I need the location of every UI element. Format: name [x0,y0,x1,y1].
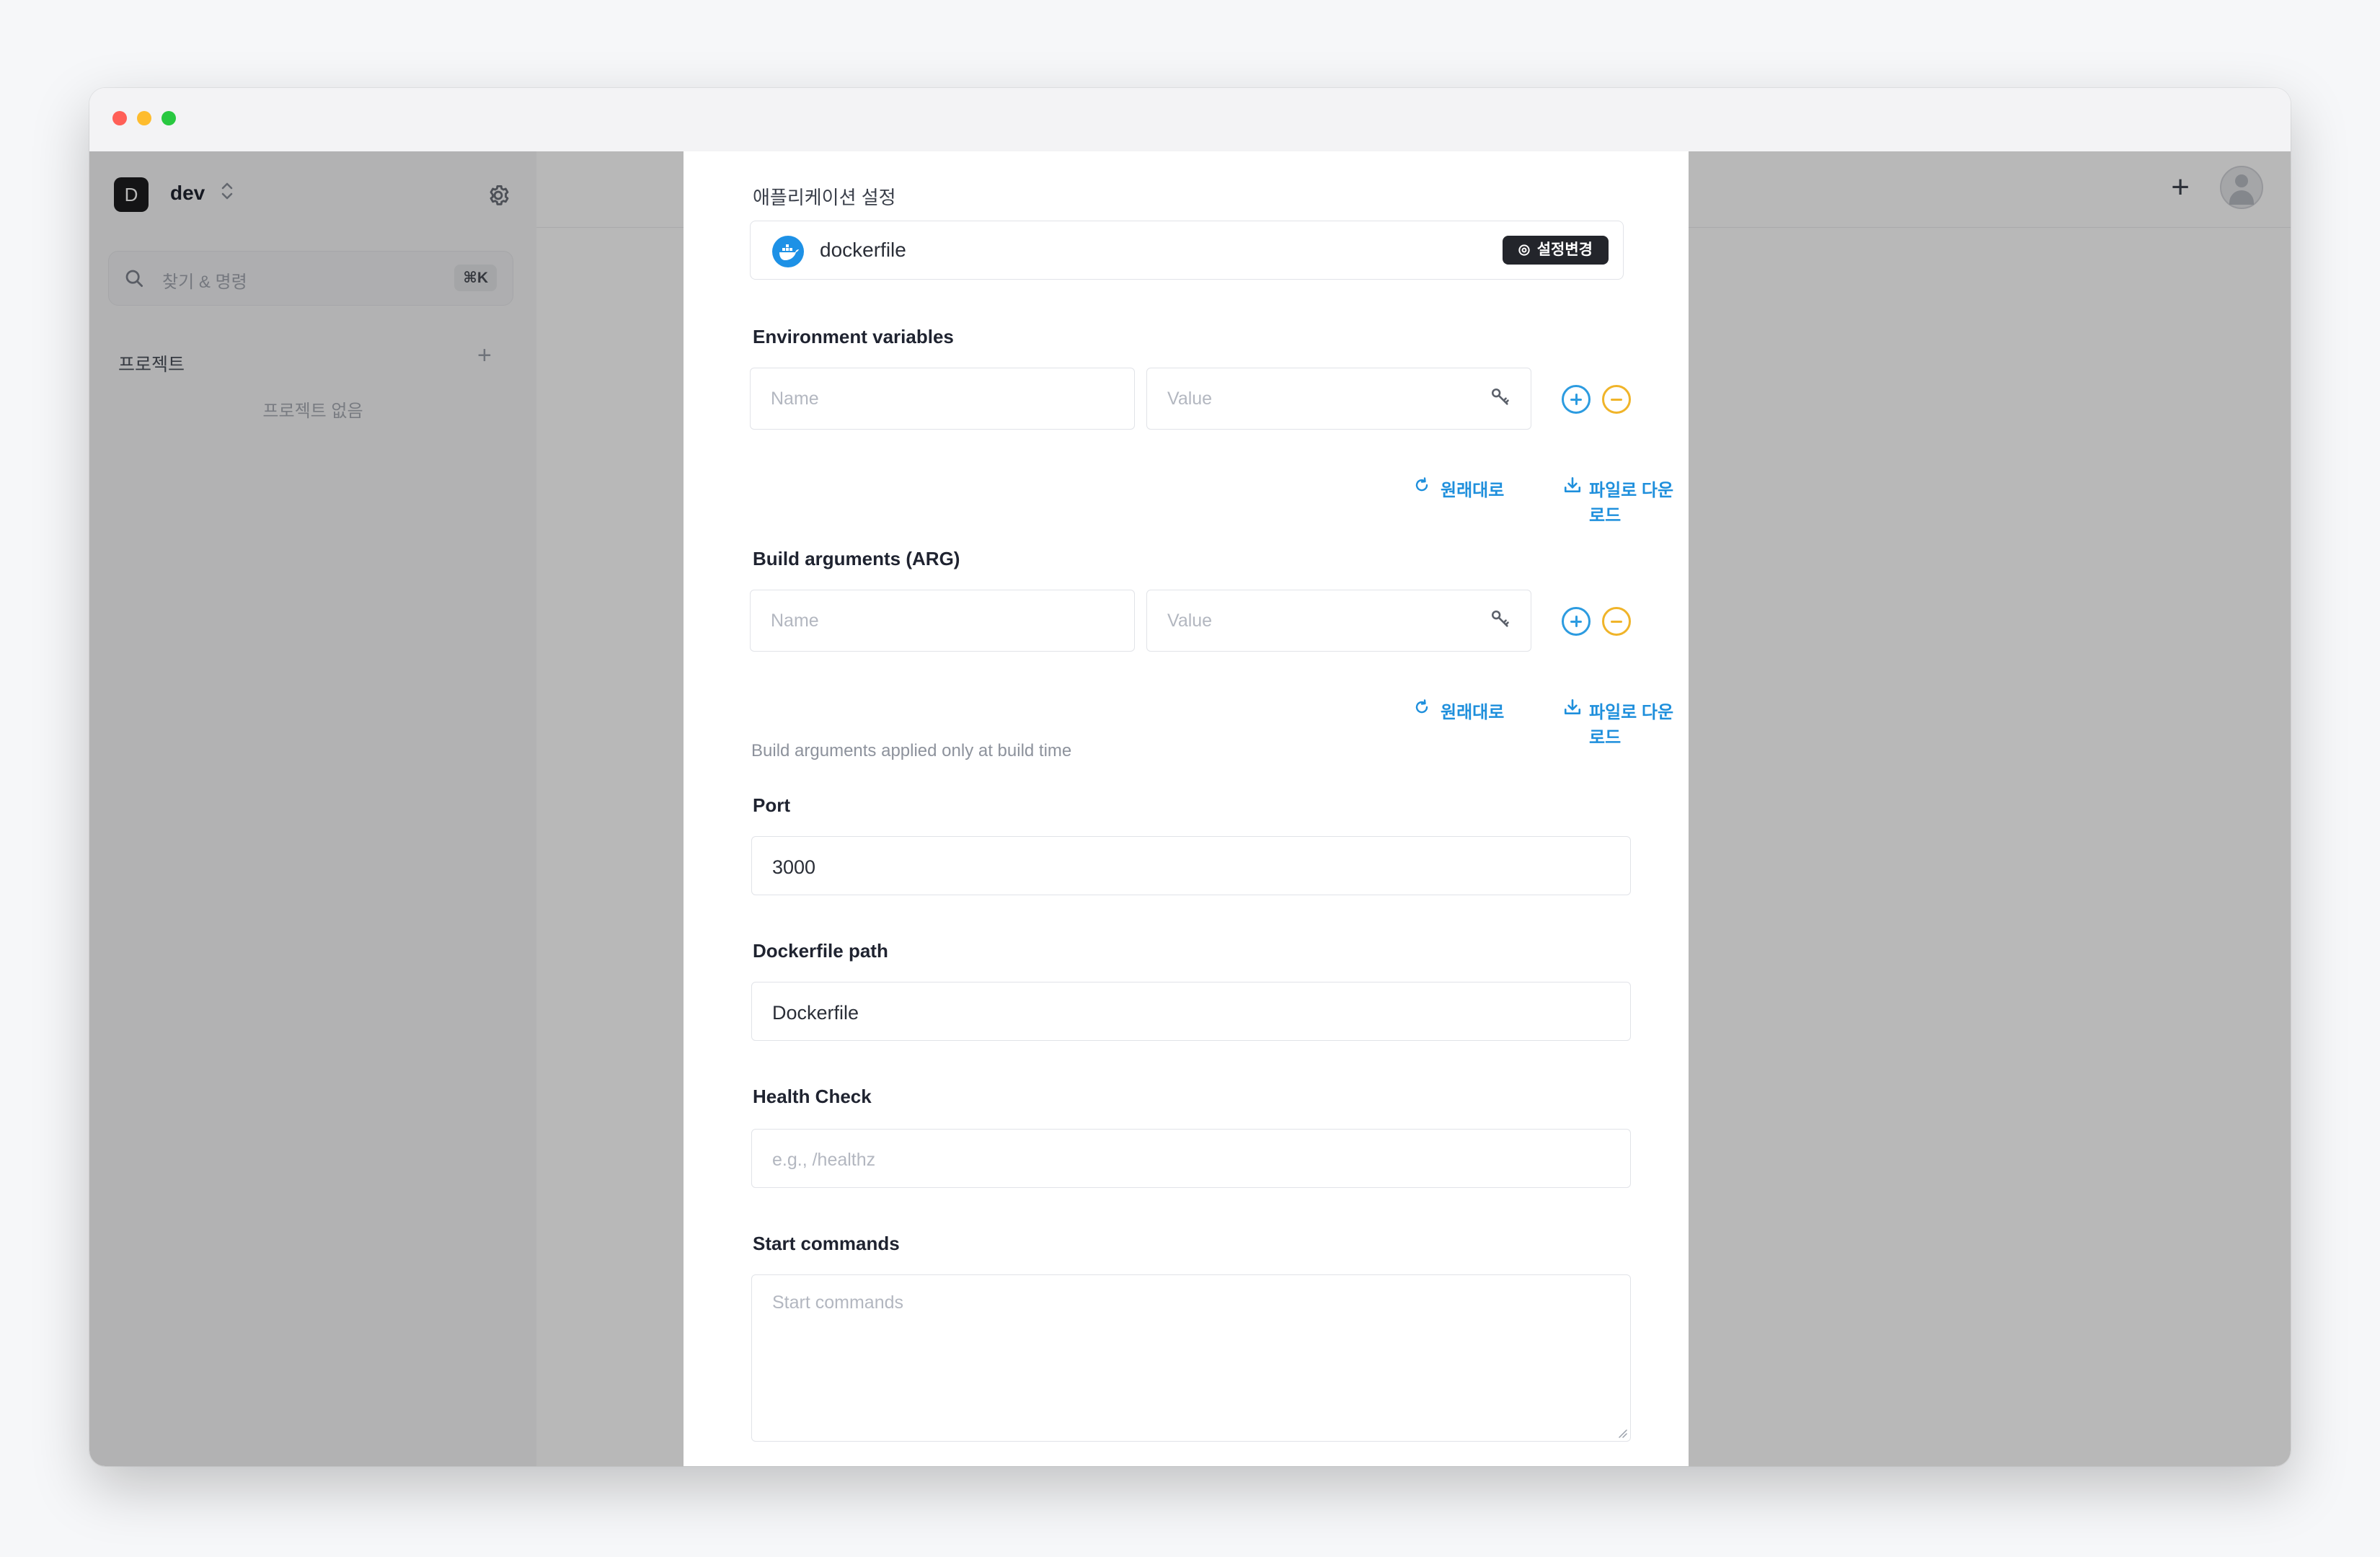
key-icon[interactable] [1490,387,1510,411]
env-value-placeholder: Value [1167,389,1213,409]
docker-icon [772,236,804,267]
start-commands-placeholder: Start commands [772,1292,904,1313]
maximize-window-button[interactable] [162,111,176,125]
build-args-download-link[interactable]: 파일로 다운로드 [1564,698,1689,748]
env-reset-label: 원래대로 [1441,481,1505,500]
env-value-input[interactable]: Value [1146,368,1531,430]
download-icon [1564,698,1581,714]
env-name-input[interactable]: Name [750,368,1135,430]
build-args-heading: Build arguments (ARG) [753,548,960,569]
env-reset-link[interactable]: 원래대로 [1415,476,1505,501]
change-settings-button[interactable]: 설정변경 [1502,236,1609,265]
add-env-var-button[interactable] [1562,385,1591,414]
remove-build-arg-button[interactable] [1602,607,1631,636]
port-value: 3000 [772,856,816,878]
dockerfile-path-label: Dockerfile path [753,940,888,962]
download-icon [1564,476,1581,492]
build-arg-name-placeholder: Name [771,611,819,631]
key-icon[interactable] [1490,609,1510,633]
refresh-icon [1415,477,1428,492]
env-name-placeholder: Name [771,389,819,409]
build-args-note: Build arguments applied only at build ti… [751,741,1072,760]
port-input[interactable]: 3000 [751,836,1631,895]
health-check-label: Health Check [753,1086,872,1107]
change-settings-label: 설정변경 [1536,241,1593,258]
env-download-label: 파일로 다운로드 [1589,481,1674,525]
app-source-name: dockerfile [820,239,906,261]
build-args-download-label: 파일로 다운로드 [1589,703,1674,748]
build-arg-value-input[interactable]: Value [1146,590,1531,652]
add-build-arg-button[interactable] [1562,607,1591,636]
build-args-reset-label: 원래대로 [1441,703,1505,722]
env-vars-heading: Environment variables [753,326,954,347]
start-commands-label: Start commands [753,1233,900,1254]
refresh-icon [1415,699,1428,714]
minimize-window-button[interactable] [137,111,151,125]
settings-icon [1518,244,1530,256]
app-window: D dev 찾기 & 명령 ⌘K 프로젝트 + 프로젝트 없음 + 애플리케이션… [89,88,2291,1466]
port-label: Port [753,794,790,816]
remove-env-var-button[interactable] [1602,385,1631,414]
app-source-card: dockerfile 설정변경 [750,221,1624,280]
health-check-placeholder: e.g., /healthz [772,1150,876,1170]
dockerfile-path-value: Dockerfile [772,1002,859,1024]
health-check-input[interactable]: e.g., /healthz [751,1129,1631,1188]
build-args-reset-link[interactable]: 원래대로 [1415,698,1505,723]
build-arg-value-placeholder: Value [1167,611,1213,631]
settings-modal: 애플리케이션 설정 dockerfile 설정변경 Environment va… [684,151,1689,1466]
start-commands-textarea[interactable]: Start commands [751,1274,1631,1442]
dockerfile-path-input[interactable]: Dockerfile [751,982,1631,1041]
title-bar [89,88,2291,152]
env-download-link[interactable]: 파일로 다운로드 [1564,476,1689,526]
app-settings-heading: 애플리케이션 설정 [753,187,896,208]
resize-handle-icon[interactable] [1617,1428,1627,1438]
build-arg-name-input[interactable]: Name [750,590,1135,652]
close-window-button[interactable] [112,111,127,125]
